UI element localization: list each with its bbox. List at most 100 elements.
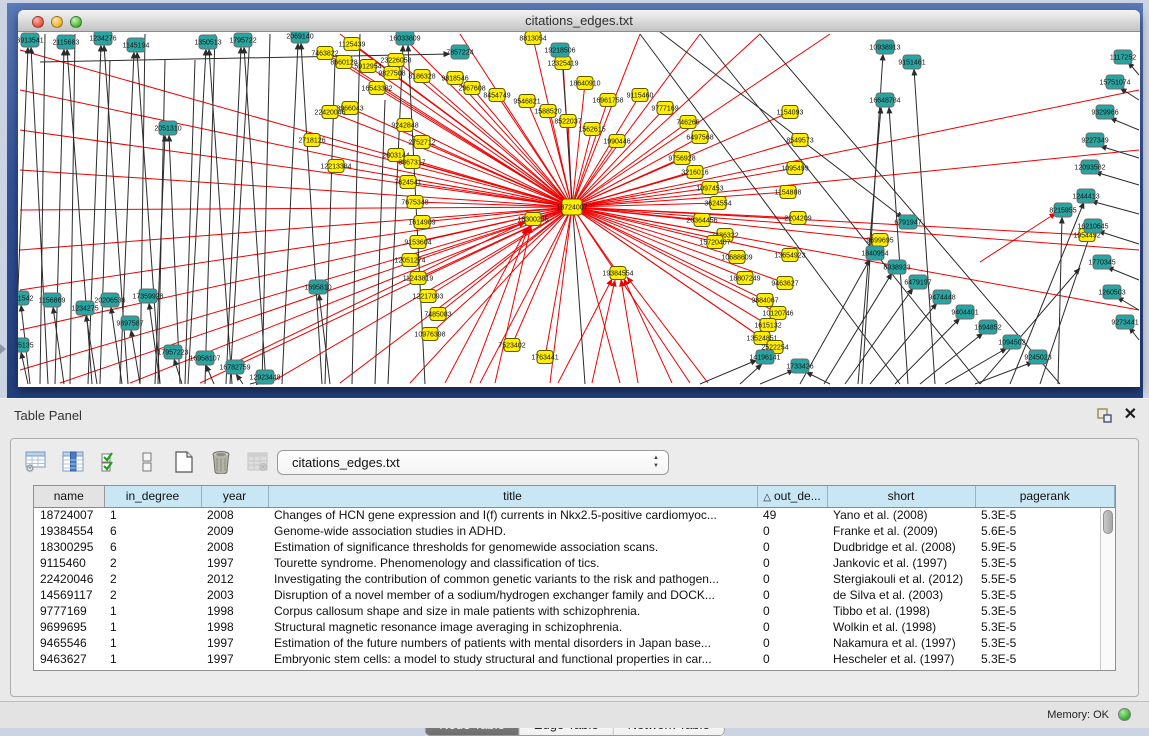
table-cell[interactable]: Hescheler et al. (1997) [827,651,975,667]
table-row[interactable]: 2242004622012Investigating the contribut… [34,571,1115,587]
table-cell[interactable]: 2 [104,587,201,603]
table-cell[interactable]: 18724007 [34,507,104,523]
citation-network-graph[interactable]: 1872400774638228660128591295423226058982… [18,32,1140,385]
table-cell[interactable]: Yano et al. (2008) [827,507,975,523]
column-pair-icon[interactable] [134,450,160,474]
table-cell[interactable]: Estimation of the future numbers of pati… [268,635,757,651]
table-cell[interactable]: 1 [104,507,201,523]
table-header-row[interactable]: name in_degree year title △out_de... sho… [34,486,1115,507]
table-options-icon[interactable]: ⚙ [23,450,49,474]
table-row[interactable]: 977716911998Corpus callosum shape and si… [34,603,1115,619]
trash-icon[interactable] [208,450,234,474]
table-cell[interactable]: Embryonic stem cells: a model to study s… [268,651,757,667]
table-cell[interactable]: Tibbo et al. (1998) [827,603,975,619]
table-row[interactable]: 1872400712008Changes of HCN gene express… [34,507,1115,523]
table-cell[interactable]: 22420046 [34,571,104,587]
col-header-name[interactable]: name [34,486,104,507]
table-cell[interactable]: Estimation of significance thresholds fo… [268,539,757,555]
table-cell[interactable]: 5.3E-5 [975,555,1115,571]
table-cell[interactable]: Franke et al. (2009) [827,523,975,539]
table-cell[interactable]: 9699695 [34,619,104,635]
table-cell[interactable]: 2012 [201,571,268,587]
table-row[interactable]: 946362711997Embryonic stem cells: a mode… [34,651,1115,667]
table-cell[interactable]: Corpus callosum shape and size in male p… [268,603,757,619]
table-cell[interactable]: 0 [757,539,827,555]
left-splitter-arrow[interactable] [0,344,6,354]
table-cell[interactable]: 1998 [201,619,268,635]
table-row[interactable]: 1938455462009Genome-wide association stu… [34,523,1115,539]
table-cell[interactable]: 0 [757,571,827,587]
node-table[interactable]: name in_degree year title △out_de... sho… [33,485,1116,671]
col-header-short[interactable]: short [827,486,975,507]
table-row[interactable]: 1456911722003Disruption of a novel membe… [34,587,1115,603]
table-row[interactable]: 969969511998Structural magnetic resonanc… [34,619,1115,635]
table-cell[interactable]: 2 [104,571,201,587]
table-cell[interactable]: 1997 [201,635,268,651]
table-cell[interactable]: 0 [757,619,827,635]
col-header-out-degree[interactable]: △out_de... [757,486,827,507]
table-cell[interactable]: 1997 [201,651,268,667]
table-cell[interactable]: Tourette syndrome. Phenomenology and cla… [268,555,757,571]
col-header-pagerank[interactable]: pagerank [975,486,1115,507]
table-cell[interactable]: Structural magnetic resonance image aver… [268,619,757,635]
table-cell[interactable]: 0 [757,523,827,539]
table-cell[interactable]: Dudbridge et al. (2008) [827,539,975,555]
table-cell[interactable]: 9115460 [34,555,104,571]
select-checks-icon[interactable] [97,450,123,474]
table-cell[interactable]: de Silva et al. (2003) [827,587,975,603]
new-table-icon[interactable] [171,450,197,474]
table-cell[interactable]: Disruption of a novel member of a sodium… [268,587,757,603]
table-cell[interactable]: 2008 [201,539,268,555]
col-header-title[interactable]: title [268,486,757,507]
network-canvas[interactable]: 1872400774638228660128591295423226058982… [18,32,1140,385]
table-cell[interactable]: 0 [757,635,827,651]
table-cell[interactable]: 49 [757,507,827,523]
table-cell[interactable]: 5.3E-5 [975,507,1115,523]
table-cell[interactable]: 1 [104,635,201,651]
table-cell[interactable]: 5.3E-5 [975,603,1115,619]
table-scrollbar[interactable] [1100,508,1115,670]
table-cell[interactable]: 9463627 [34,651,104,667]
table-cell[interactable]: 2003 [201,587,268,603]
table-row[interactable]: 1830029562008Estimation of significance … [34,539,1115,555]
table-cell[interactable]: 9465546 [34,635,104,651]
table-cell[interactable]: Investigating the contribution of common… [268,571,757,587]
table-cell[interactable]: 5.3E-5 [975,587,1115,603]
table-cell[interactable]: Wolkin et al. (1998) [827,619,975,635]
table-cell[interactable]: 5.9E-5 [975,539,1115,555]
table-cell[interactable]: 1997 [201,555,268,571]
table-cell[interactable]: Stergiakouli et al. (2012) [827,571,975,587]
table-cell[interactable]: 2 [104,555,201,571]
table-cell[interactable]: 1 [104,651,201,667]
table-cell[interactable]: 1 [104,603,201,619]
table-cell[interactable]: 0 [757,587,827,603]
table-cell[interactable]: 5.3E-5 [975,635,1115,651]
table-cell[interactable]: 19384554 [34,523,104,539]
table-cell[interactable]: 2008 [201,507,268,523]
table-cell[interactable]: Genome-wide association studies in ADHD. [268,523,757,539]
table-cell[interactable]: 1998 [201,603,268,619]
table-cell[interactable]: 5.5E-5 [975,571,1115,587]
close-icon[interactable]: ✕ [1124,407,1137,423]
window-titlebar[interactable]: citations_edges.txt [18,10,1140,32]
table-cell[interactable]: 5.6E-5 [975,523,1115,539]
scrollbar-thumb[interactable] [1103,510,1113,534]
table-cell[interactable]: 2009 [201,523,268,539]
table-cell[interactable]: 0 [757,555,827,571]
column-visibility-icon[interactable] [60,450,86,474]
table-row[interactable]: 911546021997Tourette syndrome. Phenomeno… [34,555,1115,571]
table-cell[interactable]: 0 [757,603,827,619]
table-cell[interactable]: 5.3E-5 [975,651,1115,667]
network-view-window[interactable]: citations_edges.txt 18724007746382286601… [18,10,1140,387]
table-cell[interactable]: 9777169 [34,603,104,619]
float-window-icon[interactable] [1097,408,1112,423]
table-cell[interactable]: 18300295 [34,539,104,555]
table-cell[interactable]: 5.3E-5 [975,619,1115,635]
col-header-year[interactable]: year [201,486,268,507]
table-cell[interactable]: 6 [104,539,201,555]
table-cell[interactable]: 14569117 [34,587,104,603]
table-cell[interactable]: Nakamura et al. (1997) [827,635,975,651]
table-cell[interactable]: Changes of HCN gene expression and I(f) … [268,507,757,523]
table-cell[interactable]: 6 [104,523,201,539]
col-header-in-degree[interactable]: in_degree [104,486,201,507]
